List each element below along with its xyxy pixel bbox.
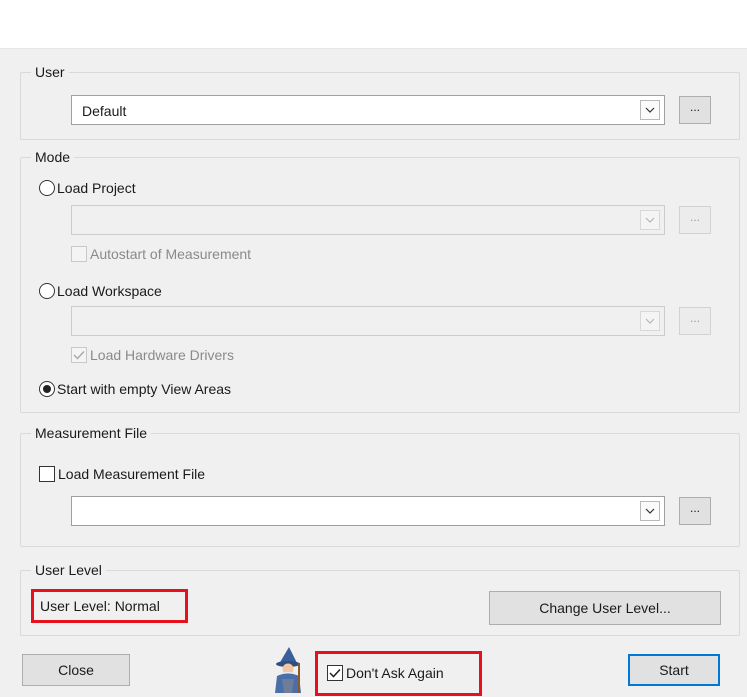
wizard-icon — [270, 645, 306, 693]
user-browse-button[interactable]: ... — [679, 96, 711, 124]
start-button[interactable]: Start — [628, 654, 720, 686]
mode-group: Mode Load Project ... Autostart of Measu… — [20, 148, 740, 413]
user-select-value: Default — [82, 103, 127, 119]
dont-ask-again-label: Don't Ask Again — [346, 665, 444, 681]
change-user-level-button[interactable]: Change User Level... — [489, 591, 721, 625]
load-measurement-checkbox-box[interactable] — [39, 466, 55, 482]
dont-ask-again-checkbox-box[interactable] — [327, 665, 343, 681]
start-empty-radio[interactable]: Start with empty View Areas — [39, 380, 231, 398]
user-level-status: User Level: Normal — [40, 598, 160, 614]
load-hw-drivers-checkbox[interactable]: Load Hardware Drivers — [71, 346, 234, 364]
autostart-checkbox-box[interactable] — [71, 246, 87, 262]
user-group-legend: User — [31, 63, 69, 81]
load-workspace-radio-dot[interactable] — [39, 283, 55, 299]
load-hw-drivers-label: Load Hardware Drivers — [90, 347, 234, 363]
load-measurement-label: Load Measurement File — [58, 466, 206, 482]
chevron-down-icon[interactable] — [640, 100, 660, 120]
workspace-browse-button[interactable]: ... — [679, 307, 711, 335]
load-workspace-radio[interactable]: Load Workspace — [39, 282, 162, 300]
start-empty-label: Start with empty View Areas — [57, 381, 232, 397]
load-project-radio-dot[interactable] — [39, 180, 55, 196]
chevron-down-icon[interactable] — [640, 210, 660, 230]
startup-dialog: User Default ... Mode Load Project ... A… — [0, 0, 747, 697]
checkmark-icon — [73, 351, 85, 360]
start-empty-radio-dot[interactable] — [39, 381, 55, 397]
load-measurement-checkbox[interactable]: Load Measurement File — [39, 465, 205, 483]
project-select[interactable] — [71, 205, 665, 235]
checkmark-icon — [329, 668, 341, 678]
dont-ask-again-checkbox[interactable]: Don't Ask Again — [327, 664, 444, 682]
measurement-file-group: Measurement File Load Measurement File .… — [20, 424, 740, 547]
load-project-radio[interactable]: Load Project — [39, 179, 136, 197]
workspace-select[interactable] — [71, 306, 665, 336]
measurement-browse-button[interactable]: ... — [679, 497, 711, 525]
title-area — [0, 0, 747, 48]
user-level-legend: User Level — [31, 561, 106, 579]
chevron-down-icon[interactable] — [640, 311, 660, 331]
user-group: User Default ... — [20, 63, 740, 140]
mode-group-legend: Mode — [31, 148, 75, 166]
title-separator — [0, 48, 747, 49]
chevron-down-icon[interactable] — [640, 501, 660, 521]
autostart-label: Autostart of Measurement — [90, 246, 252, 262]
close-button[interactable]: Close — [22, 654, 130, 686]
project-browse-button[interactable]: ... — [679, 206, 711, 234]
measurement-file-select[interactable] — [71, 496, 665, 526]
measurement-file-legend: Measurement File — [31, 424, 152, 442]
user-select[interactable]: Default — [71, 95, 665, 125]
load-workspace-label: Load Workspace — [57, 283, 162, 299]
autostart-checkbox[interactable]: Autostart of Measurement — [71, 245, 251, 263]
load-project-label: Load Project — [57, 180, 136, 196]
load-hw-drivers-checkbox-box[interactable] — [71, 347, 87, 363]
